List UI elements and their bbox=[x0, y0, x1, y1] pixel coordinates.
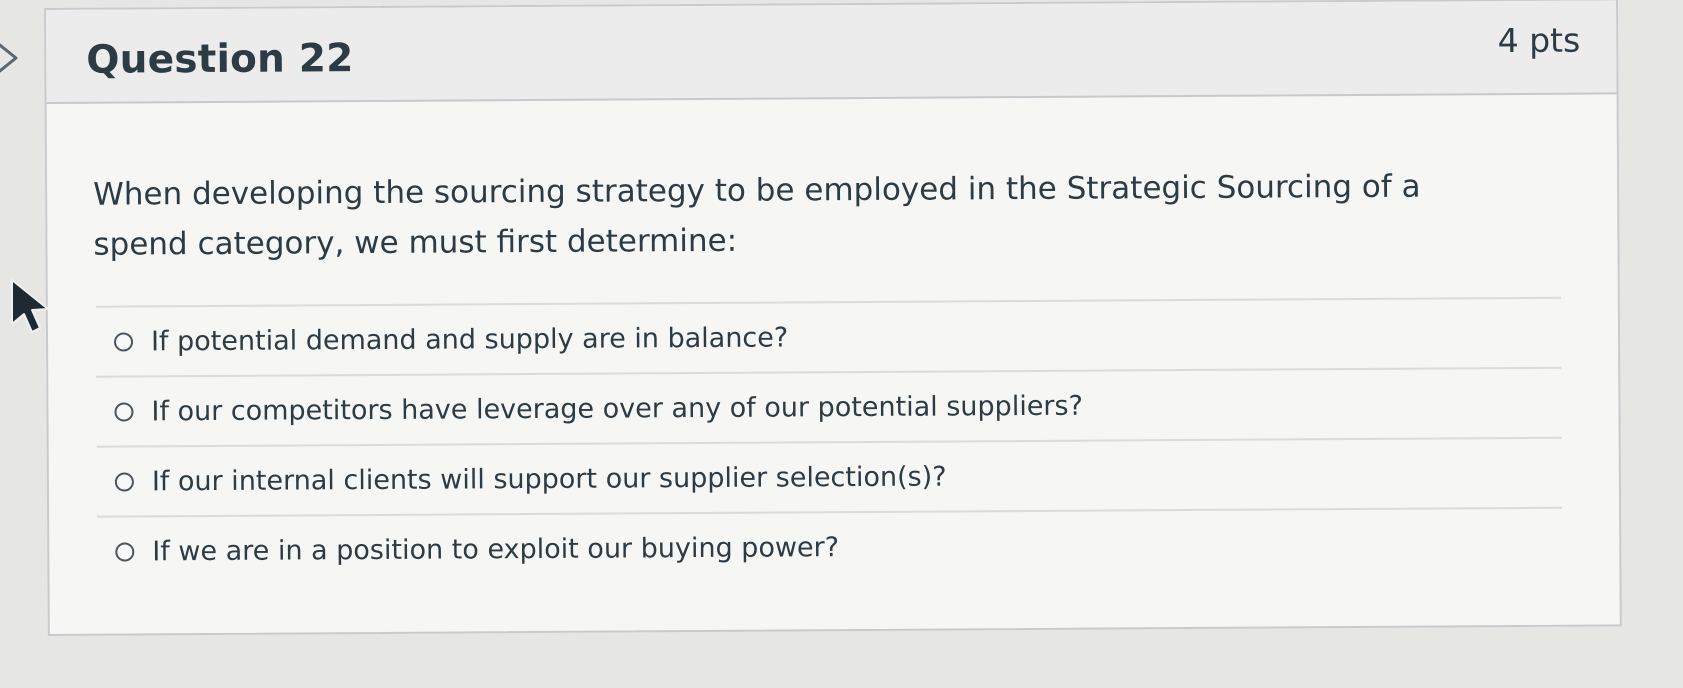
answer-label[interactable]: If we are in a position to exploit our b… bbox=[152, 532, 839, 567]
radio-button[interactable] bbox=[115, 541, 135, 562]
question-text: When developing the sourcing strategy to… bbox=[93, 168, 1421, 263]
chevron-right-icon[interactable] bbox=[0, 38, 24, 78]
answer-option-4[interactable]: If we are in a position to exploit our b… bbox=[97, 509, 1562, 586]
answer-label[interactable]: If potential demand and supply are in ba… bbox=[151, 322, 788, 357]
mouse-pointer-icon bbox=[11, 279, 49, 333]
question-title: Question 22 bbox=[86, 36, 354, 83]
answer-list: If potential demand and supply are in ba… bbox=[95, 296, 1563, 586]
question-points: 4 pts bbox=[1497, 20, 1581, 61]
question-card: Question 22 4 pts When developing the so… bbox=[44, 0, 1622, 636]
radio-button[interactable] bbox=[113, 331, 134, 352]
answer-option-1[interactable]: If potential demand and supply are in ba… bbox=[95, 298, 1562, 378]
answer-option-2[interactable]: If our competitors have leverage over an… bbox=[96, 368, 1562, 448]
question-body: When developing the sourcing strategy to… bbox=[47, 94, 1620, 586]
answer-label[interactable]: If our competitors have leverage over an… bbox=[151, 390, 1083, 427]
radio-button[interactable] bbox=[114, 401, 134, 422]
answer-option-3[interactable]: If our internal clients will support our… bbox=[96, 438, 1563, 518]
question-header: Question 22 4 pts bbox=[46, 0, 1617, 104]
radio-button[interactable] bbox=[114, 471, 134, 492]
answer-label[interactable]: If our internal clients will support our… bbox=[152, 461, 947, 497]
